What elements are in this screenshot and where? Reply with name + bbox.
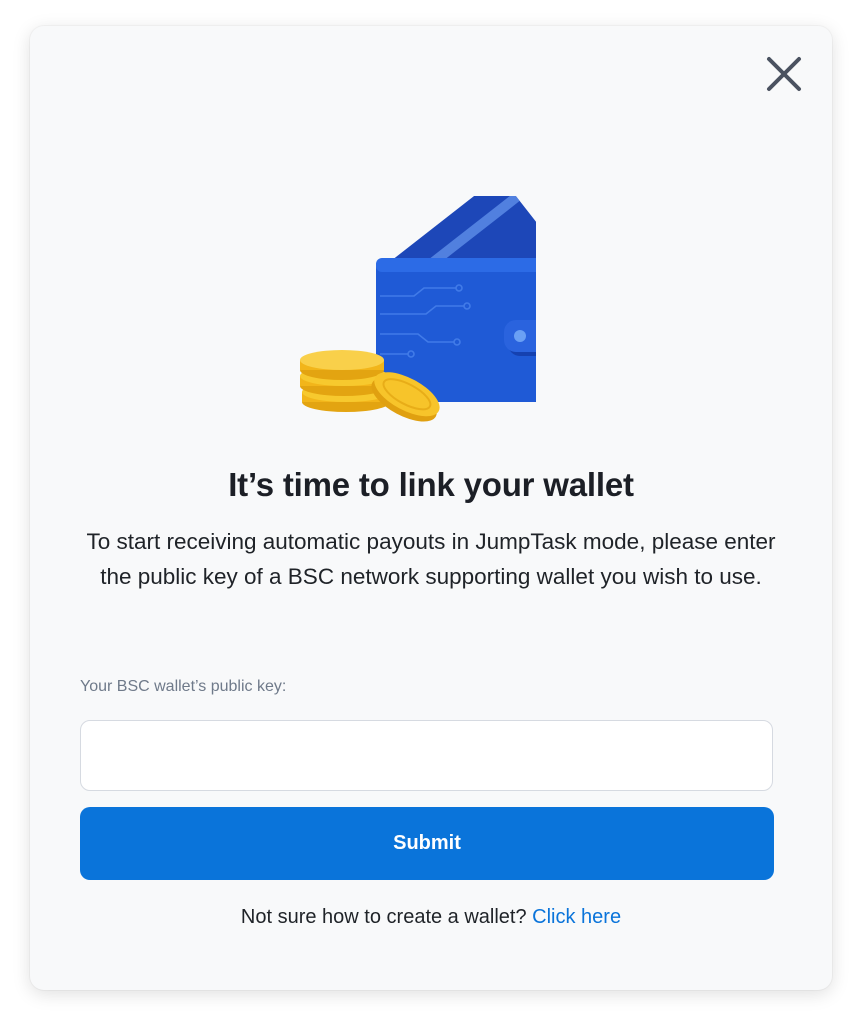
wallet-illustration	[296, 179, 556, 428]
submit-button[interactable]: Submit	[80, 807, 774, 880]
public-key-input[interactable]	[80, 720, 773, 791]
close-button[interactable]	[762, 52, 806, 96]
close-icon	[767, 57, 801, 91]
link-wallet-modal: It’s time to link your wallet To start r…	[30, 26, 832, 990]
help-question: Not sure how to create a wallet?	[240, 906, 527, 928]
modal-title: It’s time to link your wallet	[228, 466, 634, 503]
click-here-link[interactable]: Click here	[532, 906, 621, 928]
wallet-with-coins-icon	[300, 179, 556, 422]
public-key-label: Your BSC wallet’s public key:	[80, 678, 287, 695]
help-text: Not sure how to create a wallet? Click h…	[30, 906, 832, 929]
modal-description: To start receiving automatic payouts in …	[86, 529, 776, 589]
